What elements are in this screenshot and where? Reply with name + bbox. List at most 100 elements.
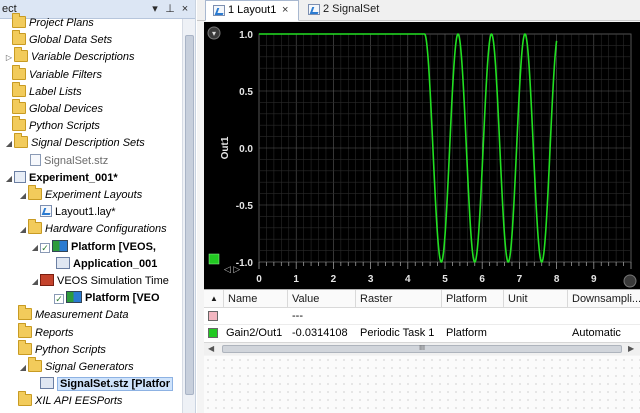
folder-icon [18,322,32,338]
signal-color-swatch[interactable] [208,311,218,321]
project-tree: Project Plans Global Data Sets ▷ Variable D… [0,13,182,413]
pane-menu-icon[interactable]: ▾ [148,2,162,16]
tree-item[interactable]: Label Lists [12,81,82,101]
signal-color-swatch[interactable] [208,328,218,338]
folder-icon [12,116,26,132]
tree-item-label: Layout1.lay* [55,206,116,219]
collapse-arrow-icon[interactable]: ◢ [4,170,14,187]
scrollbar-thumb[interactable]: III [222,345,622,353]
tree-item[interactable]: ✓ Platform [VEO [54,290,160,307]
tree-item[interactable]: ◢ Hardware Configurations [18,219,167,238]
simulation-icon [40,274,54,286]
table-row[interactable]: Gain2/Out1 -0.0314108 Periodic Task 1 Pl… [204,325,640,342]
tree-item[interactable]: ◢ Experiment Layouts [18,185,142,204]
tree-item[interactable]: ◢ ✓ Platform [VEOS, [30,239,156,256]
x-scroll-icon: ◁ ▷ [224,264,240,274]
y-tick-label: 0.5 [239,87,253,98]
checkbox-icon[interactable]: ✓ [54,294,64,305]
table-row[interactable]: --- [204,308,640,325]
table-header-expander[interactable]: ▲ [204,290,224,308]
collapse-arrow-icon[interactable]: ◢ [18,359,28,376]
tree-item-label: Application_001 [73,257,158,270]
tree-item-label: VEOS Simulation Time [57,275,169,287]
platform-icon [52,239,68,252]
tree-item[interactable]: Global Data Sets [12,30,113,49]
tree-item[interactable]: SignalSet.stz [30,153,108,170]
collapse-arrow-icon[interactable]: ◢ [30,273,40,290]
collapse-arrow-icon[interactable]: ◢ [30,239,40,256]
row-value: --- [292,310,303,322]
tree-item-label: Hardware Configurations [45,223,167,236]
col-unit[interactable]: Unit [504,290,568,308]
tree-item[interactable]: Measurement Data [18,305,129,324]
checkbox-icon[interactable]: ✓ [40,242,50,253]
tree-item[interactable]: ▷ Variable Descriptions [4,47,135,66]
chevron-down-icon: ▾ [212,29,216,38]
row-raster: Periodic Task 1 [360,327,435,339]
tree-item[interactable]: Variable Filters [12,64,102,84]
folder-icon [12,64,26,80]
col-downsampling[interactable]: Downsampli... [568,290,640,308]
tree-item-label: SignalSet.stz [44,154,109,167]
collapse-arrow-icon[interactable]: ◢ [4,135,14,152]
layout-icon [40,205,52,218]
collapse-arrow-icon[interactable]: ◢ [18,221,28,238]
row-value: -0.0314108 [292,327,348,339]
close-tab-icon[interactable]: × [282,1,288,20]
x-tick-label: 3 [368,274,374,285]
col-platform[interactable]: Platform [442,290,504,308]
scroll-right-icon[interactable]: ▶ [628,343,634,355]
tree-item-label: Project Plans [29,17,94,29]
y-tick-label: 0.0 [239,144,253,155]
x-tick-label: 9 [591,274,597,285]
tab-layout1[interactable]: 1 Layout1 × [205,0,299,21]
collapse-arrow-icon[interactable]: ◢ [18,187,28,204]
scrollbar-thumb[interactable] [185,35,194,395]
x-tick-label: 6 [479,274,485,285]
folder-icon [28,219,42,235]
row-downsampling: Automatic [572,327,621,339]
signal-generator-icon [40,377,54,390]
tree-item[interactable]: XIL API EESPorts [18,391,123,410]
tree-item[interactable]: Layout1.lay* [40,204,116,221]
tree-item[interactable]: Project Plans [12,13,94,32]
tree-item[interactable]: SignalSet.stz [Platfor [40,376,174,393]
application-icon [56,256,70,269]
layout-design-grid[interactable] [204,356,640,413]
tree-item[interactable]: ◢ Signal Generators [18,357,134,376]
tree-item-label: Python Scripts [35,343,106,356]
x-tick-label: 4 [405,274,411,285]
tab-label: 1 Layout1 [228,4,277,16]
signalset-icon [308,4,320,15]
folder-icon [28,185,42,200]
plotter-instrument[interactable]: 1.0 0.5 0.0 -0.5 -1.0 0 1 2 3 4 5 6 7 8 9 Out1 ▾ ◁ ▷ [204,22,640,289]
close-pane-icon[interactable]: × [178,2,192,16]
tree-item[interactable]: Reports [18,322,74,342]
col-name[interactable]: Name [224,290,288,308]
table-horizontal-scrollbar[interactable]: ◀ III ▶ [204,342,640,355]
tree-item[interactable]: Python Scripts [12,116,100,135]
tree-item[interactable]: ◢ Experiment_001* [4,170,118,187]
tree-item[interactable]: ◢ VEOS Simulation Time [30,273,169,290]
x-tick-label: 7 [517,274,523,285]
plot-canvas[interactable]: 1.00.50.0-0.5-1.00 1 2 3 4 5 6 7 8 9Out1▾◁ ▷ [204,22,640,289]
expand-arrow-icon[interactable]: ▷ [4,49,14,66]
col-value[interactable]: Value [288,290,356,308]
row-name: Gain2/Out1 [226,327,283,339]
tab-signalset[interactable]: 2 SignalSet [301,0,387,21]
col-raster[interactable]: Raster [356,290,442,308]
tree-item-label: Global Data Sets [29,34,113,47]
tree-item-label: XIL API EESPorts [35,395,123,408]
x-tick-label: 5 [442,274,448,285]
tree-item[interactable]: ◢ Signal Description Sets [4,133,145,152]
y-tick-label: -0.5 [236,201,254,212]
signal-table: ▲ Name Value Raster Platform Unit Downsa… [204,289,640,355]
tab-label: 2 SignalSet [323,3,380,15]
y-tick-label: 1.0 [239,30,253,41]
scroll-left-icon[interactable]: ◀ [208,343,214,355]
tree-item[interactable]: Application_001 [56,256,157,273]
tree-item-label: Measurement Data [35,309,129,322]
tree-item[interactable]: Global Devices [12,99,103,118]
pin-icon[interactable]: ⊥ [163,2,177,16]
tree-vertical-scrollbar[interactable] [182,19,195,413]
